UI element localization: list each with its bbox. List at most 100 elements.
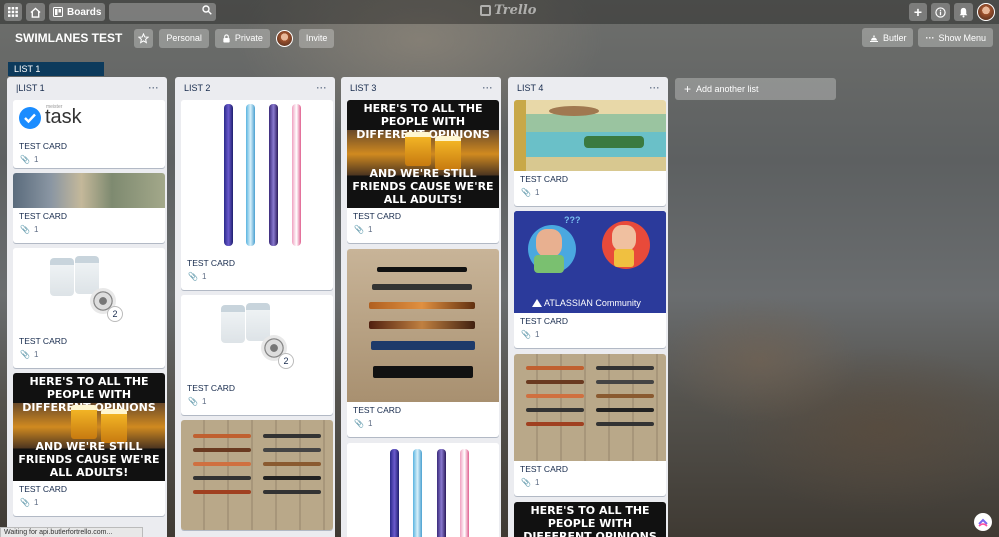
create-button[interactable]: + [909,3,927,21]
search-input[interactable] [109,3,217,21]
list-menu-icon[interactable]: ··· [149,83,160,93]
list-title[interactable]: |LIST 1 [16,83,45,93]
card-cover-fountain-pens [181,100,333,255]
home-button[interactable] [26,3,45,21]
meme-bottom-text: AND WE'RE STILL FRIENDS CAUSE WE'RE ALL … [18,440,160,479]
card-title: TEST CARD [353,211,402,221]
card-cover-meme: HERE'S TO ALL THE PEOPLE WITH DIFFERENT … [347,100,499,208]
user-avatar[interactable] [977,3,995,21]
butler-label: Butler [882,32,907,43]
card-title: TEST CARD [19,484,68,494]
boards-button[interactable]: Boards [49,3,106,21]
card-cover-meme: HERE'S TO ALL THE PEOPLE WITH DIFFERENT … [13,373,165,481]
butler-icon [869,34,878,42]
card-cover-pen-rack [347,249,499,402]
paperclip-icon: 📎 [354,419,364,428]
star-board-button[interactable] [134,28,154,48]
paperclip-icon: 📎 [521,478,531,487]
team-visibility-label: Personal [166,33,202,43]
list-menu-icon[interactable]: ··· [650,83,661,93]
search-icon [202,5,213,18]
paperclip-icon: 📎 [354,225,364,234]
card-title: TEST CARD [19,336,68,346]
clickup-logo-icon [978,518,988,527]
paperclip-icon: 📎 [20,498,30,507]
list-title[interactable]: LIST 4 [517,83,543,93]
invite-label: Invite [305,33,328,43]
privacy-button[interactable]: Private [214,28,270,48]
list-title[interactable]: LIST 2 [184,83,210,93]
count-bubble: 2 [278,353,294,369]
card[interactable]: 2 TEST CARD 📎 1 [13,248,165,368]
notifications-button[interactable] [954,3,973,21]
board-icon [53,7,63,17]
paperclip-icon: 📎 [521,188,531,197]
butler-button[interactable]: Butler [861,28,914,47]
member-avatar[interactable] [275,29,293,47]
list-1: |LIST 1 ··· meister task TEST CARD 📎 1 TE… [7,77,167,537]
plus-icon: + [684,82,692,96]
show-menu-label: Show Menu [938,32,986,43]
meme-top-text: HERE'S TO ALL THE PEOPLE WITH DIFFERENT … [523,504,657,537]
card-title: TEST CARD [187,258,236,268]
list-menu-icon[interactable]: ··· [317,83,328,93]
card-cover-pens-on-wood [181,420,333,530]
card[interactable]: ??? ATLASSIAN Community TEST CARD 📎 1 [514,211,666,348]
add-list-label: Add another list [696,84,759,94]
invite-button[interactable]: Invite [298,28,335,48]
card-cover-fountain-pens [347,443,499,537]
card-title: TEST CARD [520,316,569,326]
paperclip-icon: 📎 [20,350,30,359]
list-1-swimlane-banner: LIST 1 [8,62,104,76]
card[interactable]: HERE'S TO ALL THE PEOPLE WITH DIFFERENT … [347,100,499,243]
card-cover-meme: HERE'S TO ALL THE PEOPLE WITH DIFFERENT … [514,502,666,537]
card[interactable]: HERE'S TO ALL THE PEOPLE WITH DIFFERENT … [514,502,666,537]
meme-bottom-text: AND WE'RE STILL FRIENDS CAUSE WE'RE ALL … [352,167,494,206]
home-icon [30,6,41,18]
list-menu-icon[interactable]: ··· [483,83,494,93]
trello-logo[interactable]: Trello [480,3,536,18]
attachment-badge: 📎 1 [20,350,39,359]
card-title: TEST CARD [353,405,402,415]
card-cover-pens-on-wood [514,354,666,461]
plus-icon: + [913,4,923,20]
card[interactable] [347,443,499,537]
card[interactable]: TEST CARD 📎 1 [347,249,499,437]
card-cover-atlassian-community: ??? ATLASSIAN Community [514,211,666,313]
attachment-badge: 📎 1 [521,330,540,339]
card[interactable]: TEST CARD 📎 1 [514,100,666,206]
card-cover-landscape [13,173,165,208]
paperclip-icon: 📎 [521,330,531,339]
info-button[interactable] [931,3,950,21]
star-icon [138,32,150,44]
info-icon [935,6,946,18]
card[interactable]: meister task TEST CARD 📎 1 [13,100,165,168]
card[interactable] [181,420,333,530]
list-2: LIST 2 ··· TEST CARD 📎 1 2 TEST CARD 📎 1 [175,77,335,537]
card[interactable]: TEST CARD 📎 1 [514,354,666,496]
card-cover-cartoon-pool [514,100,666,171]
attachment-badge: 📎 1 [20,225,39,234]
attachment-badge: 📎 1 [521,478,540,487]
team-visibility-button[interactable]: Personal [159,28,209,48]
list-4: LIST 4 ··· TEST CARD 📎 1 ??? ATLASSIAN Co… [508,77,668,537]
privacy-label: Private [234,33,263,43]
list-title[interactable]: LIST 3 [350,83,376,93]
show-menu-button[interactable]: ··· Show Menu [918,28,993,47]
apps-grid-button[interactable] [4,3,22,21]
card[interactable]: TEST CARD 📎 1 [13,173,165,243]
card-cover-filter-cups: 2 [181,295,333,380]
add-list-button[interactable]: + Add another list [675,78,836,100]
card[interactable]: 2 TEST CARD 📎 1 [181,295,333,415]
card[interactable]: HERE'S TO ALL THE PEOPLE WITH DIFFERENT … [13,373,165,516]
card-cover-meistertask: meister task [13,100,165,138]
trello-logo-icon [480,5,491,16]
paperclip-icon: 📎 [188,272,198,281]
board-title[interactable]: SWIMLANES TEST [15,31,122,45]
attachment-badge: 📎 1 [20,498,39,507]
power-up-fab-button[interactable] [974,513,992,531]
browser-status-bar: Waiting for api.butlerfortrello.com... [0,527,143,537]
atlassian-logo-icon [532,299,542,307]
card[interactable]: TEST CARD 📎 1 [181,100,333,290]
atlassian-community-text: ATLASSIAN Community [544,298,641,308]
